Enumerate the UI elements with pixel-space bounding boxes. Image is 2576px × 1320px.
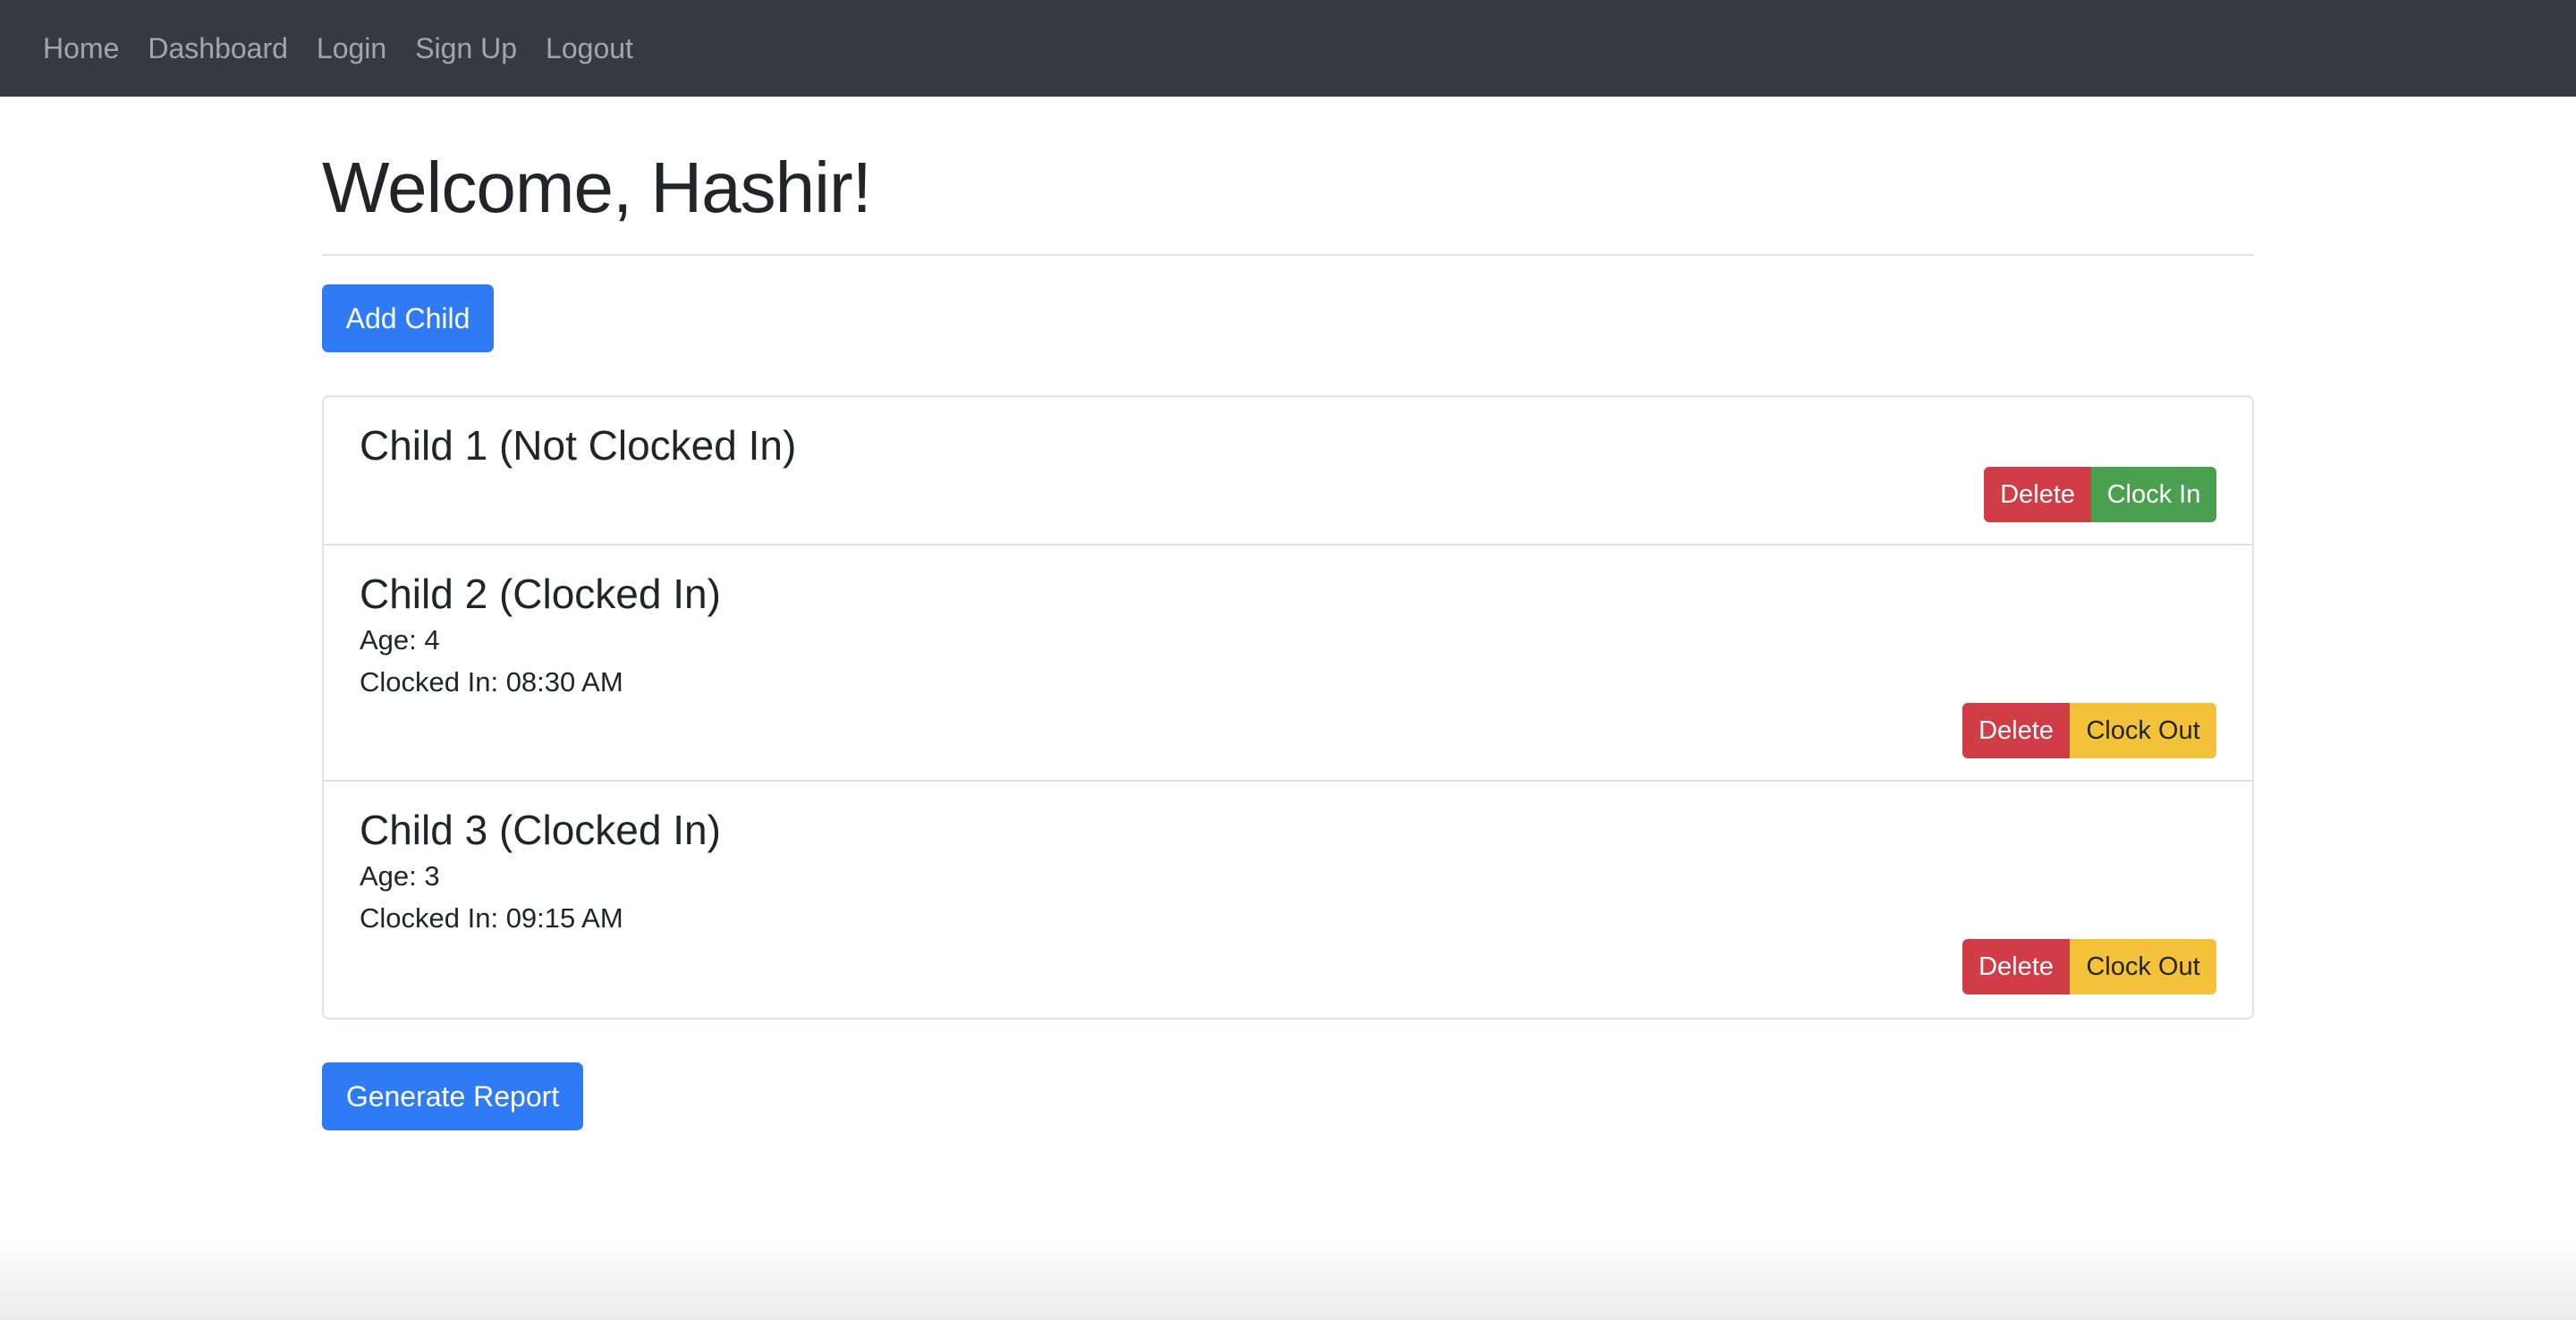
divider	[322, 254, 2254, 256]
child-title: Child 2 (Clocked In)	[360, 571, 721, 617]
top-navbar: Home Dashboard Login Sign Up Logout	[0, 0, 2576, 97]
child-actions: Delete Clock In	[1984, 467, 2216, 522]
child-age: Age: 4	[360, 624, 440, 656]
child-clocked-in-time: Clocked In: 09:15 AM	[360, 902, 623, 934]
generate-report-button[interactable]: Generate Report	[322, 1062, 583, 1130]
clock-out-button[interactable]: Clock Out	[2070, 939, 2216, 994]
nav-link-login[interactable]: Login	[317, 32, 386, 65]
nav-link-logout[interactable]: Logout	[546, 32, 633, 65]
child-age: Age: 3	[360, 860, 440, 892]
nav-link-dashboard[interactable]: Dashboard	[148, 32, 288, 65]
window-bottom-shadow	[0, 1234, 2576, 1320]
child-list-item: Child 3 (Clocked In) Age: 3 Clocked In: …	[324, 782, 2252, 1018]
nav-link-sign-up[interactable]: Sign Up	[415, 32, 517, 65]
child-list-item: Child 2 (Clocked In) Age: 4 Clocked In: …	[324, 546, 2252, 782]
child-actions: Delete Clock Out	[1962, 703, 2216, 758]
child-title: Child 3 (Clocked In)	[360, 807, 721, 853]
page-title: Welcome, Hashir!	[322, 148, 872, 227]
delete-child-button[interactable]: Delete	[1984, 467, 2091, 522]
clock-in-button[interactable]: Clock In	[2091, 467, 2216, 522]
child-list-item: Child 1 (Not Clocked In) Delete Clock In	[324, 397, 2252, 546]
add-child-button[interactable]: Add Child	[322, 284, 494, 352]
delete-child-button[interactable]: Delete	[1962, 703, 2070, 758]
children-list: Child 1 (Not Clocked In) Delete Clock In…	[322, 395, 2254, 1020]
clock-out-button[interactable]: Clock Out	[2070, 703, 2216, 758]
child-clocked-in-time: Clocked In: 08:30 AM	[360, 666, 623, 698]
nav-link-home[interactable]: Home	[43, 32, 119, 65]
child-actions: Delete Clock Out	[1962, 939, 2216, 994]
child-title: Child 1 (Not Clocked In)	[360, 422, 797, 469]
delete-child-button[interactable]: Delete	[1962, 939, 2070, 994]
